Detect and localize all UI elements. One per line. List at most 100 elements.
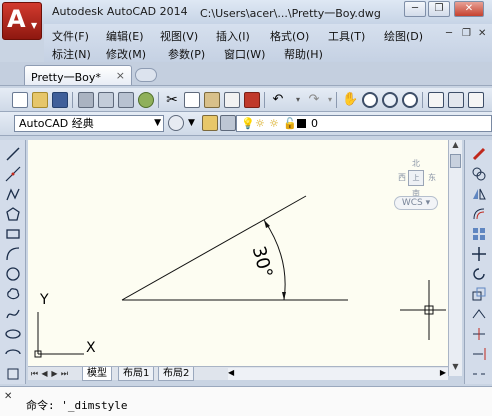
polyline-icon[interactable] xyxy=(5,186,21,202)
zoom-realtime-icon[interactable] xyxy=(362,92,378,108)
mdi-close-icon[interactable]: ✕ xyxy=(478,28,486,39)
viewcube-top-face[interactable]: 上 xyxy=(408,170,424,186)
prev-layout-icon[interactable]: ◀ xyxy=(40,368,49,379)
scroll-down-icon[interactable]: ▼ xyxy=(449,362,462,374)
wcs-menu[interactable]: WCS ▾ xyxy=(394,196,438,210)
restore-button[interactable]: ❐ xyxy=(428,1,450,17)
layer-dropdown[interactable]: 💡 ☼ ☼ 🔓 0 xyxy=(236,115,492,132)
offset-icon[interactable] xyxy=(471,206,487,222)
menu-modify[interactable]: 修改(M) xyxy=(106,46,146,62)
undo-dropdown-icon[interactable]: ▾ xyxy=(290,92,306,108)
minimize-icon: ─ xyxy=(411,3,419,14)
rotate-icon[interactable] xyxy=(471,266,487,282)
viewcube-east[interactable]: 东 xyxy=(428,172,436,183)
first-layout-icon[interactable]: ⏮ xyxy=(30,368,39,379)
tool-palettes-icon[interactable] xyxy=(468,92,484,108)
menu-parametric[interactable]: 参数(P) xyxy=(168,46,205,62)
close-button[interactable]: ✕ xyxy=(454,1,484,17)
print-icon[interactable] xyxy=(78,92,94,108)
horizontal-scrollbar[interactable]: ◀ ▶ xyxy=(228,368,448,380)
spline-icon[interactable] xyxy=(5,306,21,322)
mdi-restore-icon[interactable]: ❐ xyxy=(462,28,471,39)
extend-icon[interactable] xyxy=(471,346,487,362)
zoom-window-icon[interactable] xyxy=(382,92,398,108)
minimize-button[interactable]: ─ xyxy=(404,1,426,17)
menu-view[interactable]: 视图(V) xyxy=(160,28,198,44)
menu-insert[interactable]: 插入(I) xyxy=(216,28,250,44)
command-line[interactable]: ✕ 命令: '_dimstyle xyxy=(0,386,492,416)
tab-close-icon[interactable]: × xyxy=(116,69,125,82)
new-tab-button[interactable] xyxy=(135,68,157,82)
scroll-up-icon[interactable]: ▲ xyxy=(449,140,462,152)
break-icon[interactable] xyxy=(471,366,487,382)
polygon-icon[interactable] xyxy=(5,206,21,222)
arc-icon[interactable] xyxy=(5,246,21,262)
paste-icon[interactable] xyxy=(204,92,220,108)
menu-window[interactable]: 窗口(W) xyxy=(224,46,265,62)
rectangle-icon[interactable] xyxy=(5,226,21,242)
line-icon[interactable] xyxy=(5,146,21,162)
cut-icon[interactable]: ✂ xyxy=(164,92,180,108)
chevron-down-icon: ▼ xyxy=(154,118,161,128)
document-tab[interactable]: Pretty一Boy* × xyxy=(24,65,132,85)
layout-tab-bar: ⏮ ◀ ▶ ⏭ 模型 布局1 布局2 ◀ ▶ xyxy=(28,366,448,381)
construction-line-icon[interactable] xyxy=(5,166,21,182)
insert-block-icon[interactable] xyxy=(5,366,21,382)
menu-tools[interactable]: 工具(T) xyxy=(328,28,365,44)
scale-icon[interactable] xyxy=(471,286,487,302)
menu-dimension[interactable]: 标注(N) xyxy=(52,46,91,62)
print-preview-icon[interactable] xyxy=(98,92,114,108)
properties-icon[interactable] xyxy=(428,92,444,108)
menu-file[interactable]: 文件(F) xyxy=(52,28,89,44)
scroll-left-icon[interactable]: ◀ xyxy=(228,368,234,377)
command-line-close-icon[interactable]: ✕ xyxy=(4,391,12,402)
3d-dwf-icon[interactable] xyxy=(138,92,154,108)
ellipse-icon[interactable] xyxy=(5,326,21,342)
undo-icon[interactable]: ↶ xyxy=(270,92,286,108)
last-layout-icon[interactable]: ⏭ xyxy=(60,368,69,379)
move-icon[interactable] xyxy=(471,246,487,262)
revision-cloud-icon[interactable] xyxy=(5,286,21,302)
new-file-icon[interactable] xyxy=(12,92,28,108)
array-icon[interactable] xyxy=(471,226,487,242)
design-center-icon[interactable] xyxy=(448,92,464,108)
menu-edit[interactable]: 编辑(E) xyxy=(106,28,144,44)
trim-icon[interactable] xyxy=(471,326,487,342)
copy-object-icon[interactable] xyxy=(471,166,487,182)
copy-icon[interactable] xyxy=(184,92,200,108)
mdi-minimize-icon[interactable]: ─ xyxy=(446,28,452,39)
restore-icon: ❐ xyxy=(434,3,444,14)
viewcube-west[interactable]: 西 xyxy=(398,172,406,183)
workspace-dropdown[interactable]: AutoCAD 经典 ▼ xyxy=(14,115,164,132)
scroll-thumb[interactable] xyxy=(450,154,461,168)
application-menu-button[interactable]: A ▼ xyxy=(2,2,42,40)
tab-model[interactable]: 模型 xyxy=(82,367,112,381)
menu-format[interactable]: 格式(O) xyxy=(270,28,309,44)
tab-layout1[interactable]: 布局1 xyxy=(118,367,155,381)
stretch-icon[interactable] xyxy=(471,306,487,322)
erase-icon[interactable] xyxy=(471,146,487,162)
redo-icon[interactable]: ↷ xyxy=(306,92,322,108)
workspace-settings-gear-icon[interactable] xyxy=(168,115,184,131)
vertical-scrollbar[interactable]: ▲ ▼ xyxy=(448,140,462,376)
pan-hand-icon[interactable]: ✋ xyxy=(342,92,358,108)
layer-manager-icon[interactable] xyxy=(202,115,218,131)
file-path: C:\Users\acer\...\Pretty一Boy.dwg xyxy=(200,7,381,20)
tab-layout2[interactable]: 布局2 xyxy=(158,367,195,381)
brush-icon[interactable] xyxy=(244,92,260,108)
menu-help[interactable]: 帮助(H) xyxy=(284,46,323,62)
drawing-canvas[interactable]: 30° Y X 北 西 上 东 南 WCS ▾ xyxy=(28,140,448,366)
zoom-previous-icon[interactable] xyxy=(402,92,418,108)
viewcube-north[interactable]: 北 xyxy=(412,158,420,169)
match-properties-icon[interactable] xyxy=(224,92,240,108)
layer-state-icon[interactable] xyxy=(220,115,236,131)
mirror-icon[interactable] xyxy=(471,186,487,202)
save-icon[interactable] xyxy=(52,92,68,108)
next-layout-icon[interactable]: ▶ xyxy=(50,368,59,379)
open-folder-icon[interactable] xyxy=(32,92,48,108)
circle-icon[interactable] xyxy=(5,266,21,282)
scroll-right-icon[interactable]: ▶ xyxy=(440,368,446,377)
ellipse-arc-icon[interactable] xyxy=(5,346,21,362)
publish-icon[interactable] xyxy=(118,92,134,108)
menu-draw[interactable]: 绘图(D) xyxy=(384,28,423,44)
